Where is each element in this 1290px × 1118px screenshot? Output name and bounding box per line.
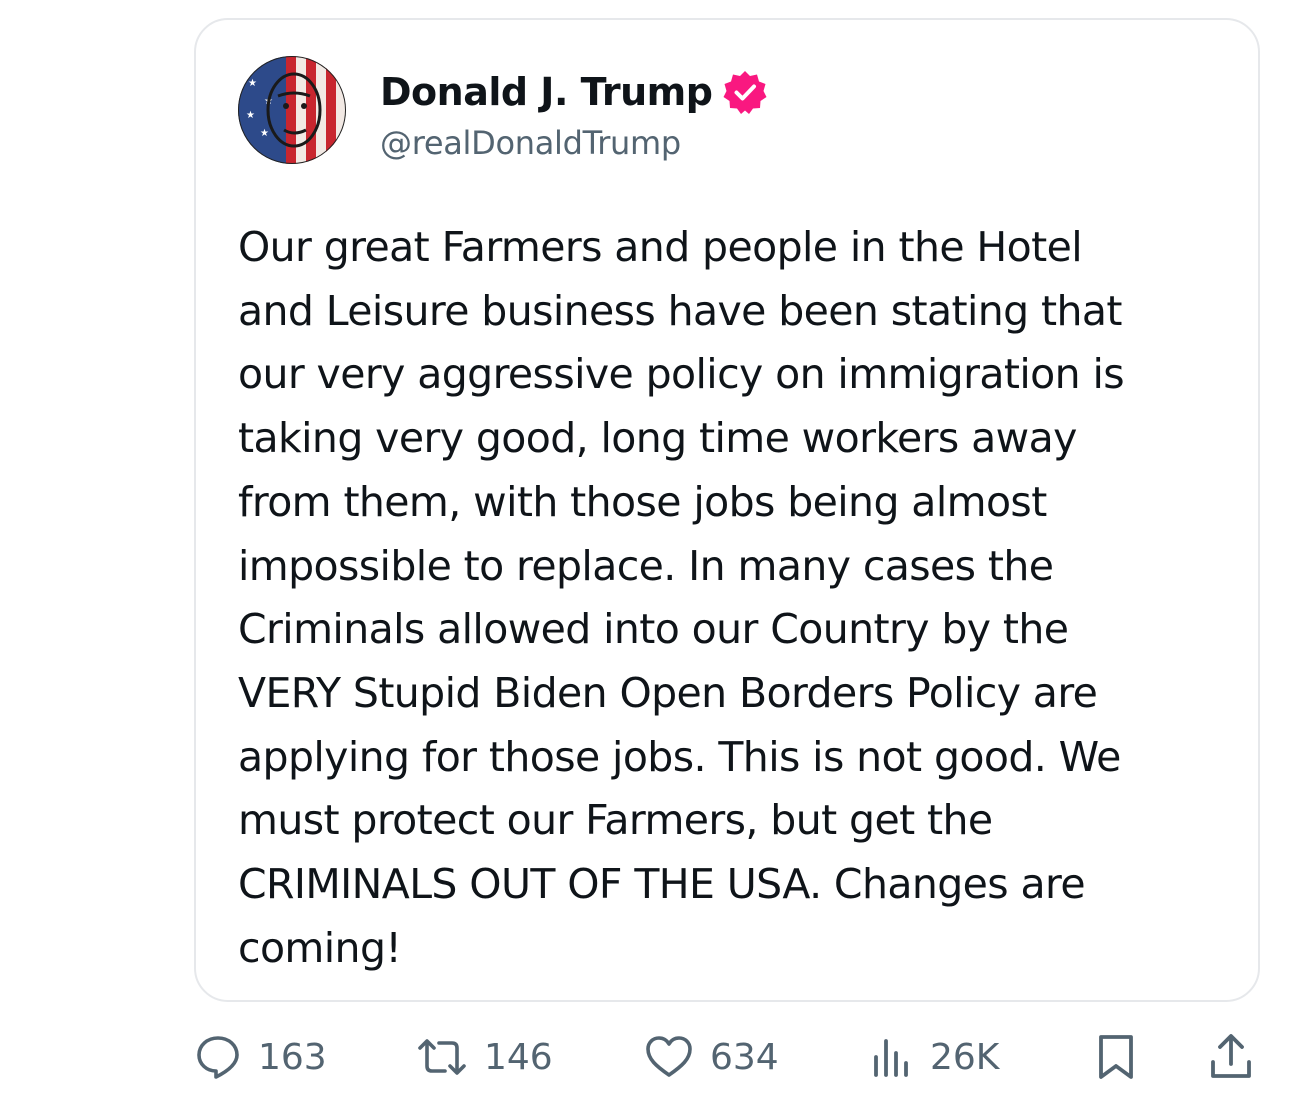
share-icon	[1211, 1034, 1251, 1078]
views-button[interactable]: 26K	[870, 1032, 999, 1082]
views-count: 26K	[930, 1036, 1000, 1078]
avatar-image: ★ ★ ★ ★	[238, 56, 346, 164]
repost-count: 146	[484, 1036, 553, 1078]
author-display-name[interactable]: Donald J. Trump	[380, 70, 713, 114]
verified-badge-icon	[722, 69, 768, 115]
repost-button[interactable]: 146	[416, 1032, 553, 1082]
svg-text:★: ★	[246, 110, 255, 121]
author-handle[interactable]: @realDonaldTrump	[380, 124, 681, 162]
post-card[interactable]: ★ ★ ★ ★ Donald J. Trump @realDonaldTrump…	[194, 18, 1260, 1002]
reply-icon	[197, 1036, 239, 1079]
share-button[interactable]	[1208, 1032, 1254, 1082]
post-text: Our great Farmers and people in the Hote…	[238, 223, 1125, 972]
reply-count: 163	[258, 1036, 327, 1078]
author-name-row[interactable]: Donald J. Trump	[380, 64, 768, 120]
reply-button[interactable]: 163	[194, 1032, 327, 1082]
bookmark-icon	[1099, 1035, 1133, 1079]
like-count: 634	[710, 1036, 779, 1078]
heart-icon	[646, 1036, 692, 1077]
post-actions-bar: 163 146 634 26K	[194, 1024, 1260, 1090]
bookmark-button[interactable]	[1094, 1032, 1138, 1082]
avatar[interactable]: ★ ★ ★ ★	[238, 56, 346, 164]
svg-text:★: ★	[248, 78, 257, 89]
like-button[interactable]: 634	[644, 1032, 779, 1082]
views-icon	[874, 1039, 908, 1077]
repost-icon	[418, 1039, 466, 1075]
svg-text:★: ★	[260, 128, 269, 139]
